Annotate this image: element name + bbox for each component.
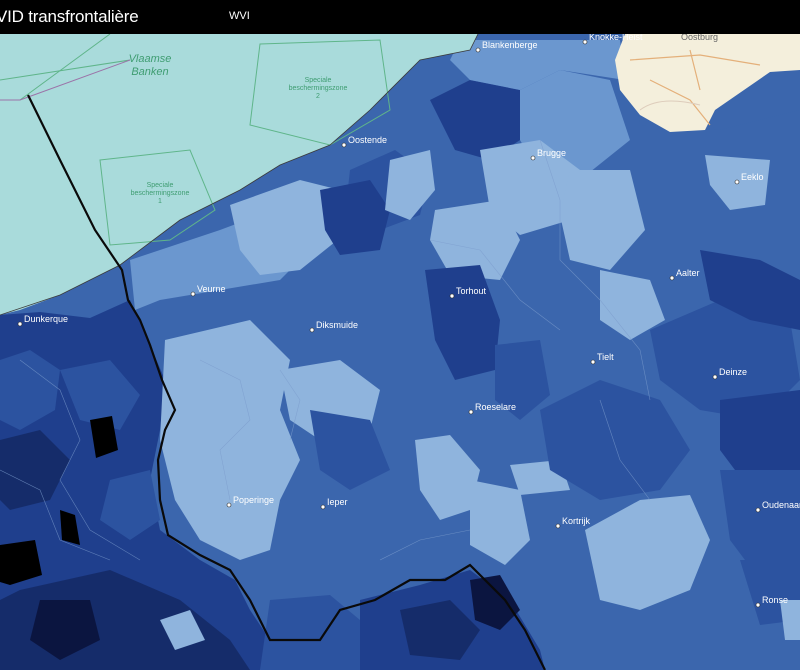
city-label: Veurne <box>197 284 226 294</box>
city-dot-icon <box>449 293 455 299</box>
city-dot-icon <box>320 504 326 510</box>
city-label: Oudenaarde <box>762 500 800 510</box>
city-label: Oostende <box>348 135 387 145</box>
layer-label[interactable]: WVI <box>229 10 250 22</box>
city-label: Roeselare <box>475 402 516 412</box>
city-dot-icon <box>341 142 347 148</box>
city-dot-icon <box>475 47 481 53</box>
city-dot-icon <box>530 155 536 161</box>
city-dot-icon <box>468 409 474 415</box>
choropleth-map[interactable]: Vlaamse Banken Speciale beschermingszone 2 … <box>0 34 800 670</box>
city-dot-icon <box>582 39 588 45</box>
city-label: Tielt <box>597 352 614 362</box>
city-dot-icon <box>669 275 675 281</box>
city-label: Diksmuide <box>316 320 358 330</box>
city-dot-icon <box>590 359 596 365</box>
city-dot-icon <box>734 179 740 185</box>
city-label: Oostburg <box>681 34 718 42</box>
city-label: Dunkerque <box>24 314 68 324</box>
city-oostburg[interactable]: Oostburg <box>681 34 718 42</box>
city-label: Aalter <box>676 268 700 278</box>
top-bar: VID transfrontalière WVI <box>0 0 800 34</box>
city-dot-icon <box>555 523 561 529</box>
city-label: Ronse <box>762 595 788 605</box>
app-title: VID transfrontalière <box>0 7 139 26</box>
city-label: Eeklo <box>741 172 764 182</box>
city-dot-icon <box>755 602 761 608</box>
city-dot-icon <box>712 374 718 380</box>
city-dot-icon <box>309 327 315 333</box>
city-label: Poperinge <box>233 495 274 505</box>
city-label: Blankenberge <box>482 40 538 50</box>
city-dot-icon <box>226 502 232 508</box>
city-label: Brugge <box>537 148 566 158</box>
banks-label: Vlaamse Banken <box>129 53 172 78</box>
city-label: Deinze <box>719 367 747 377</box>
city-label: Kortrijk <box>562 516 591 526</box>
city-label: Torhout <box>456 286 487 296</box>
city-dot-icon <box>190 291 196 297</box>
city-label: Ieper <box>327 497 348 507</box>
city-dot-icon <box>755 507 761 513</box>
city-label: Knokke-Heist <box>589 34 643 42</box>
city-dot-icon <box>17 321 23 327</box>
